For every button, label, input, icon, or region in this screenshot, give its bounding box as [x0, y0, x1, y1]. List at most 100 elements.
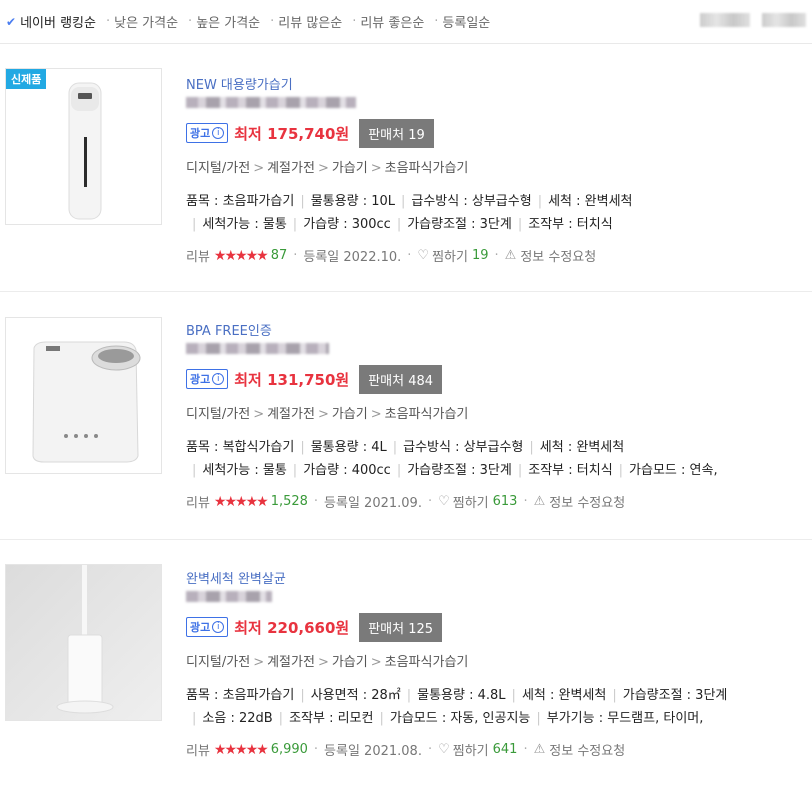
sort-low-price[interactable]: · 낮은 가격순: [106, 12, 178, 31]
spec: 가습량 : 300cc: [303, 217, 391, 232]
product-image[interactable]: [5, 317, 162, 474]
category-link[interactable]: 디지털/가전: [186, 407, 250, 422]
category-link[interactable]: 초음파식가습기: [385, 407, 469, 422]
star-rating-icon: ★★★★★: [213, 741, 269, 758]
spec: 품목 : 초음파가습기: [186, 688, 295, 703]
spec: 가습량조절 : 3단계: [407, 217, 512, 232]
category-link[interactable]: 가습기: [332, 161, 368, 176]
report-link[interactable]: 정보 수정요청: [549, 492, 625, 511]
spec-list: 품목 : 초음파가습기 | 물통용량 : 10L | 급수방식 : 상부급수형 | 세척 :…: [186, 194, 633, 232]
category-link[interactable]: 디지털/가전: [186, 655, 250, 670]
sort-best-reviews[interactable]: · 리뷰 좋은순: [352, 12, 424, 31]
spec: 물통용량 : 4L: [310, 440, 387, 455]
product-meta: 리뷰 ★★★★★ 1,528 · 등록일 2021.09. · ♡ 찜하기 61…: [186, 492, 626, 512]
price[interactable]: 최저 220,660원: [234, 617, 349, 638]
spec: 가습모드 : 연속,: [629, 463, 718, 478]
bell-icon[interactable]: ⚠: [534, 494, 546, 509]
product-title[interactable]: 완벽세척 완벽살균: [186, 568, 812, 587]
category-link[interactable]: 계절가전: [267, 161, 315, 176]
category-path: 디지털/가전 > 계절가전 > 가습기 > 초음파식가습기: [186, 157, 812, 176]
spec: 품목 : 복합식가습기: [186, 440, 295, 455]
bullet-icon: ·: [270, 14, 275, 29]
ad-badge[interactable]: 광고 i: [186, 617, 229, 637]
ad-badge[interactable]: 광고 i: [186, 123, 229, 143]
wish-label[interactable]: 찜하기: [432, 246, 468, 265]
ad-badge[interactable]: 광고 i: [186, 369, 229, 389]
category-link[interactable]: 가습기: [332, 407, 368, 422]
sort-newest[interactable]: · 등록일순: [434, 12, 490, 31]
heart-icon[interactable]: ♡: [438, 494, 450, 509]
spec: 조작부 : 터치식: [528, 217, 613, 232]
spec: 물통용량 : 10L: [310, 194, 395, 209]
product-info: 완벽세척 완벽살균 광고 i 최저 220,660원 판매처 125 디지털/가전…: [186, 568, 812, 759]
wish-label[interactable]: 찜하기: [453, 492, 489, 511]
spec-list: 품목 : 초음파가습기 | 사용면적 : 28㎡ | 물통용량 : 4.8L | 세척 : …: [186, 688, 728, 726]
sort-high-price[interactable]: · 높은 가격순: [188, 12, 260, 31]
wish-count: 613: [492, 494, 518, 509]
bullet-icon: ·: [105, 14, 111, 29]
registered-date: 등록일 2022.10.: [303, 250, 402, 265]
info-icon: i: [212, 373, 225, 385]
spec: 가습량조절 : 3단계: [407, 463, 512, 478]
product-image[interactable]: [5, 564, 162, 721]
spec: 가습량 : 400cc: [303, 463, 391, 478]
product-info: BPA FREE인증 광고 i 최저 131,750원 판매처 484 디지털/가…: [186, 320, 812, 511]
spec: 품목 : 초음파가습기: [186, 194, 295, 209]
report-link[interactable]: 정보 수정요청: [549, 740, 625, 759]
category-link[interactable]: 디지털/가전: [186, 161, 250, 176]
registered-date: 등록일 2021.09.: [324, 496, 422, 511]
spec: 조작부 : 리모컨: [289, 711, 374, 726]
category-link[interactable]: 계절가전: [267, 407, 315, 422]
category-link[interactable]: 초음파식가습기: [385, 161, 469, 176]
review-label[interactable]: 리뷰: [186, 740, 210, 759]
bell-icon[interactable]: ⚠: [534, 742, 546, 757]
review-count[interactable]: 1,528: [271, 494, 308, 509]
spec: 세척가능 : 물통: [202, 217, 287, 232]
spec: 부가기능 : 무드램프, 타이머,: [546, 711, 704, 726]
seller-count-button[interactable]: 판매처 125: [359, 612, 443, 642]
spec: 물통용량 : 4.8L: [417, 688, 506, 703]
review-label[interactable]: 리뷰: [186, 246, 210, 265]
heart-icon[interactable]: ♡: [417, 248, 429, 263]
review-count[interactable]: 6,990: [271, 742, 308, 757]
sort-most-reviews[interactable]: · 리뷰 많은순: [270, 12, 342, 31]
product-meta: 리뷰 ★★★★★ 6,990 · 등록일 2021.08. · ♡ 찜하기 64…: [186, 740, 626, 760]
spec: 급수방식 : 상부급수형: [403, 440, 524, 455]
report-link[interactable]: 정보 수정요청: [520, 246, 596, 265]
new-badge: 신제품: [6, 69, 47, 89]
chevron-right-icon: >: [370, 655, 382, 670]
bullet-icon: ·: [188, 14, 193, 29]
bullet-icon: ·: [434, 14, 439, 29]
category-link[interactable]: 가습기: [332, 655, 368, 670]
spec: 사용면적 : 28㎡: [310, 688, 401, 703]
wish-count: 19: [471, 248, 489, 263]
blurred-subtitle: [186, 591, 272, 602]
product-title[interactable]: NEW 대용량가습기: [186, 74, 812, 93]
review-label[interactable]: 리뷰: [186, 492, 210, 511]
price[interactable]: 최저 131,750원: [234, 369, 349, 390]
seller-count-button[interactable]: 판매처 484: [359, 364, 443, 394]
blurred-option[interactable]: [700, 13, 750, 27]
spec: 세척 : 완벽세척: [521, 688, 607, 703]
wish-label[interactable]: 찜하기: [453, 740, 489, 759]
chevron-right-icon: >: [253, 655, 265, 670]
info-icon: i: [212, 621, 225, 633]
product-item: 완벽세척 완벽살균 광고 i 최저 220,660원 판매처 125 디지털/가전…: [0, 540, 812, 788]
product-item: 신제품 NEW 대용량가습기 광고 i 최저 175,740원 판매처 19 디지…: [0, 44, 812, 292]
blurred-option[interactable]: [762, 13, 806, 27]
product-title[interactable]: BPA FREE인증: [186, 320, 812, 339]
spec: 세척 : 완벽세척: [548, 194, 633, 209]
heart-icon[interactable]: ♡: [438, 742, 450, 757]
price[interactable]: 최저 175,740원: [234, 123, 349, 144]
spec: 가습량조절 : 3단계: [622, 688, 728, 703]
chevron-right-icon: >: [317, 407, 329, 422]
category-link[interactable]: 초음파식가습기: [385, 655, 469, 670]
seller-count-button[interactable]: 판매처 19: [359, 118, 434, 148]
spec: 가습모드 : 자동, 인공지능: [389, 711, 531, 726]
chevron-right-icon: >: [370, 407, 382, 422]
sort-ranking[interactable]: ✔ 네이버 랭킹순: [6, 12, 96, 32]
bell-icon[interactable]: ⚠: [505, 248, 517, 263]
product-image[interactable]: 신제품: [5, 68, 162, 225]
category-link[interactable]: 계절가전: [267, 655, 315, 670]
review-count[interactable]: 87: [271, 248, 288, 263]
